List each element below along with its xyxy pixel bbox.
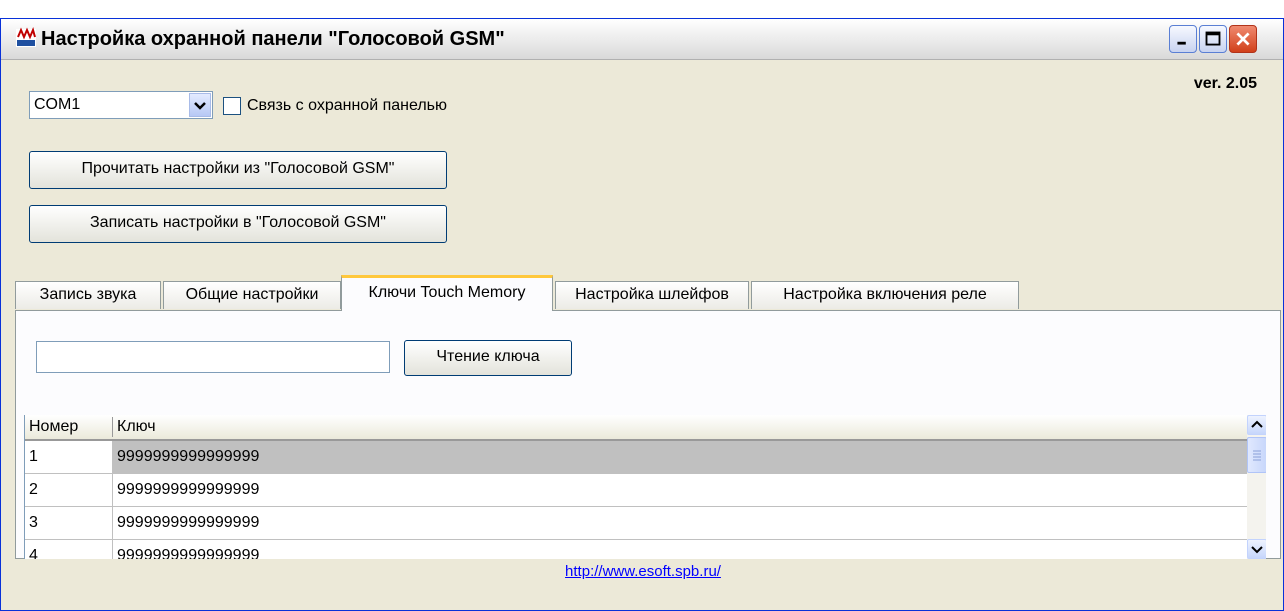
row-key: 9999999999999999 [117,514,260,531]
tab-loops-settings[interactable]: Настройка шлейфов [555,281,749,309]
minimize-icon [1177,41,1186,45]
app-icon [16,27,36,47]
com-port-dropdown-button[interactable] [189,93,211,117]
row-key: 9999999999999999 [117,547,260,559]
row-number: 4 [25,540,113,559]
table-row[interactable]: 3 9999999999999999 [25,507,1247,540]
title-bar[interactable]: Настройка охранной панели "Голосовой GSM… [1,19,1283,60]
maximize-icon [1205,31,1221,46]
scroll-thumb[interactable] [1247,437,1266,473]
maximize-button[interactable] [1199,25,1227,53]
row-number: 2 [25,474,113,506]
table-header: Номер Ключ [25,415,1247,441]
chevron-down-icon [194,102,206,110]
column-header-number[interactable]: Номер [29,418,78,436]
row-number: 3 [25,507,113,539]
version-label: ver. 2.05 [1193,75,1257,92]
chevron-up-icon [1251,420,1263,428]
row-key: 9999999999999999 [113,441,1247,473]
read-key-button[interactable]: Чтение ключа [404,340,572,376]
column-header-key[interactable]: Ключ [117,418,156,436]
column-separator[interactable] [112,417,113,437]
touch-memory-panel: Чтение ключа Номер Ключ 1 99999999999999… [15,310,1281,559]
tab-relay-settings[interactable]: Настройка включения реле [751,281,1019,309]
scroll-down-button[interactable] [1247,539,1266,559]
close-button[interactable] [1229,25,1257,53]
chevron-down-icon [1251,546,1263,554]
keys-table: Номер Ключ 1 9999999999999999 2 99999999… [24,415,1266,559]
scroll-up-button[interactable] [1247,415,1266,435]
row-number: 1 [25,441,113,473]
com-port-value: COM1 [34,96,81,113]
connection-checkbox-label[interactable]: Связь с охранной панелью [247,97,447,115]
close-icon [1236,32,1250,46]
table-row[interactable]: 2 9999999999999999 [25,474,1247,507]
vertical-scrollbar[interactable] [1247,415,1266,559]
com-port-select[interactable]: COM1 [29,91,213,119]
read-settings-button[interactable]: Прочитать настройки из "Голосовой GSM" [29,151,447,189]
connection-checkbox[interactable] [223,97,241,115]
row-key: 9999999999999999 [117,481,260,498]
key-input[interactable] [36,341,390,373]
minimize-button[interactable] [1169,25,1197,53]
website-link[interactable]: http://www.esoft.spb.ru/ [1,563,1284,580]
window-title: Настройка охранной панели "Голосовой GSM… [41,28,505,50]
table-row[interactable]: 1 9999999999999999 [25,441,1247,474]
tab-touch-memory-keys[interactable]: Ключи Touch Memory [341,275,553,311]
grip-icon [1253,450,1261,461]
tab-general-settings[interactable]: Общие настройки [163,281,341,309]
app-window: Настройка охранной панели "Голосовой GSM… [0,18,1284,611]
write-settings-button[interactable]: Записать настройки в "Голосовой GSM" [29,205,447,243]
table-row[interactable]: 4 9999999999999999 [25,540,1247,559]
tab-sound-record[interactable]: Запись звука [15,281,161,309]
